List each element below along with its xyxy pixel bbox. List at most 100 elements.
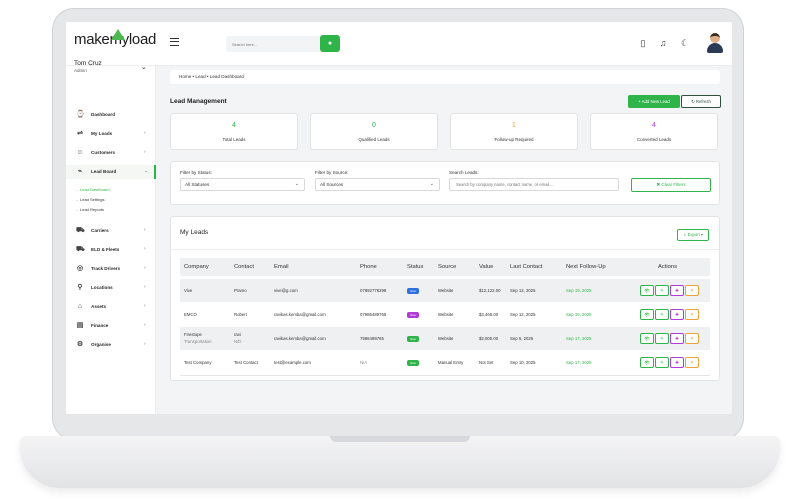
add-button[interactable]: ✚	[670, 285, 684, 296]
column-header-company[interactable]: Company	[184, 264, 209, 270]
last-contact-cell: Sep 10, 2025	[510, 360, 536, 365]
table-row[interactable]: Vive Pramo vive@g.com 07892778298 Website $12…	[180, 279, 710, 302]
stat-value: 4	[232, 122, 236, 129]
breadcrumb[interactable]: Home • Lead • Lead Dashboard	[170, 70, 720, 84]
edit-button[interactable]: ✎	[655, 309, 669, 320]
column-header-contact[interactable]: Contact	[234, 264, 254, 270]
last-contact-cell: Sep 12, 2025	[510, 312, 536, 317]
sidebar-subitem-lead-reports[interactable]: Lead Reports	[76, 207, 104, 212]
contact-cell: ravi	[234, 332, 241, 337]
add-button[interactable]: ✚	[670, 357, 684, 368]
company-cell: EMCO	[184, 312, 197, 317]
edit-button[interactable]: ✎	[655, 285, 669, 296]
moon-icon[interactable]: ☾	[680, 37, 690, 49]
table-row[interactable]: Test Company Test Contact test@example.com…	[180, 351, 710, 374]
sidebar-item-finance[interactable]: ▤ Finance ›	[66, 319, 156, 333]
table-row[interactable]: EMCO Robert ravikas.kemba@gmail.com 0798648…	[180, 303, 710, 326]
chevron-icon: ›	[144, 303, 146, 309]
next-followup-cell: Sep 19, 2025	[566, 312, 592, 317]
my-leads-panel: My Leads ⇩ Export ▾ Company Contact Email P…	[170, 216, 720, 381]
phone-cell: 07892778298	[360, 288, 387, 293]
sidebar-item-customers[interactable]: ☺ Customers ›	[66, 146, 156, 160]
column-header-last-contact[interactable]: Last Contact	[510, 264, 543, 270]
sidebar-item-track-drivers[interactable]: ◎ Track Drivers ›	[66, 262, 156, 276]
stat-card: 1 Follow-up Required	[450, 113, 578, 150]
value-cell: $2,000.00	[479, 336, 499, 341]
sidebar-item-label: Track Drivers	[91, 266, 121, 271]
bell-icon[interactable]: ♫	[658, 37, 668, 49]
add-button[interactable]: ✚	[670, 333, 684, 344]
delete-button[interactable]: ✕	[685, 333, 699, 344]
add-new-lead-button[interactable]: + Add New Lead	[628, 95, 680, 108]
sidebar-item-organise[interactable]: ⚙ Organise ›	[66, 338, 156, 352]
contact-cell: Robert	[234, 312, 247, 317]
column-header-phone[interactable]: Phone	[360, 264, 377, 270]
view-button[interactable]: 👁	[640, 309, 654, 320]
search-leads-input[interactable]	[449, 178, 619, 191]
edit-button[interactable]: ✎	[655, 357, 669, 368]
table-scrollbar[interactable]	[180, 375, 710, 376]
add-button[interactable]: ✚	[670, 309, 684, 320]
eld-fleets-icon: ⛟	[76, 246, 85, 253]
sidebar-item-locations[interactable]: ⚲ Locations ›	[66, 281, 156, 295]
chevron-down-icon: ⌄	[429, 181, 434, 187]
edit-button[interactable]: ✎	[655, 333, 669, 344]
column-header-value[interactable]: Value	[479, 264, 493, 270]
document-icon[interactable]: ▯	[638, 37, 648, 49]
column-header-status[interactable]: Status	[407, 264, 423, 270]
chevron-icon: ›	[144, 227, 146, 233]
main-content: Home • Lead • Lead Dashboard Lead Manage…	[170, 66, 721, 414]
sidebar-item-label: Organise	[91, 342, 111, 347]
delete-button[interactable]: ✕	[685, 309, 699, 320]
sidebar-subitem-lead-dashboard[interactable]: Lead Dashboard	[76, 187, 110, 192]
chevron-icon: ›	[144, 130, 146, 136]
refresh-button[interactable]: ↻ Refresh	[681, 95, 721, 108]
source-cell: Website	[438, 312, 454, 317]
user-name: Tom Cruz	[74, 60, 102, 67]
delete-button[interactable]: ✕	[685, 285, 699, 296]
stat-label: Follow-up Required	[494, 137, 534, 142]
sidebar-subitem-lead-settings[interactable]: Lead Settings	[76, 197, 105, 202]
sidebar-item-carriers[interactable]: ⛟ Carriers ›	[66, 224, 156, 238]
view-button[interactable]: 👁	[640, 357, 654, 368]
column-header-next-follow-up[interactable]: Next Follow-Up	[566, 264, 606, 270]
sidebar-item-label: Lead Board	[91, 169, 117, 174]
contact-cell: Test Contact	[234, 360, 258, 365]
laptop-notch	[330, 436, 470, 442]
delete-button[interactable]: ✕	[685, 357, 699, 368]
stat-value: 1	[512, 122, 516, 129]
export-button[interactable]: ⇩ Export ▾	[677, 229, 709, 241]
source-cell: Manual Entry	[438, 360, 464, 365]
view-button[interactable]: 👁	[640, 333, 654, 344]
sidebar-item-my-loads[interactable]: ⇌ My Loads ›	[66, 127, 156, 141]
clear-filters-button[interactable]: ✖ Clear Filters	[631, 178, 711, 192]
sidebar-item-label: Locations	[91, 285, 113, 290]
sidebar-item-lead-board[interactable]: ⌁ Lead Board ⌄	[66, 165, 156, 179]
sidebar-item-label: Finance	[91, 323, 109, 328]
organise-icon: ⚙	[76, 341, 84, 348]
status-badge: New	[407, 336, 419, 342]
sidebar-item-dashboard[interactable]: ⌚ Dashboard	[66, 108, 156, 122]
last-contact-cell: Sep 12, 2025	[510, 288, 536, 293]
chevron-down-icon[interactable]: ⌄	[141, 63, 147, 71]
search-button[interactable]: ●	[320, 35, 340, 52]
source-filter-select[interactable]: All Sources ⌄	[315, 178, 440, 191]
app-screen: makemyload ● ▯ ♫ ☾ Tom Cruz Admin ⌄ ⌚ Das…	[66, 22, 732, 414]
column-header-actions[interactable]: Actions	[658, 264, 677, 270]
column-header-email[interactable]: Email	[274, 264, 289, 270]
sidebar-item-eld-fleets[interactable]: ⛟ ELD & Fleets ›	[66, 243, 156, 257]
locations-icon: ⚲	[77, 284, 83, 291]
source-filter-label: Filter by Source:	[315, 170, 349, 175]
logo: makemyload	[74, 29, 157, 48]
avatar[interactable]	[706, 33, 724, 53]
stat-card: 0 Qualified Leads	[310, 113, 438, 150]
contact-cell: Pramo	[234, 288, 247, 293]
status-filter-select[interactable]: All Statuses ⌄	[180, 178, 305, 191]
column-header-source[interactable]: Source	[438, 264, 456, 270]
view-button[interactable]: 👁	[640, 285, 654, 296]
search-input[interactable]	[226, 36, 322, 52]
value-cell: $12,122.00	[479, 288, 501, 293]
table-row[interactable]: Firestope ravi ravikas.kemba@gmail.com 7986…	[180, 327, 710, 350]
hamburger-menu-icon[interactable]	[170, 38, 179, 46]
sidebar-item-assets[interactable]: ⌂ Assets ›	[66, 300, 156, 314]
